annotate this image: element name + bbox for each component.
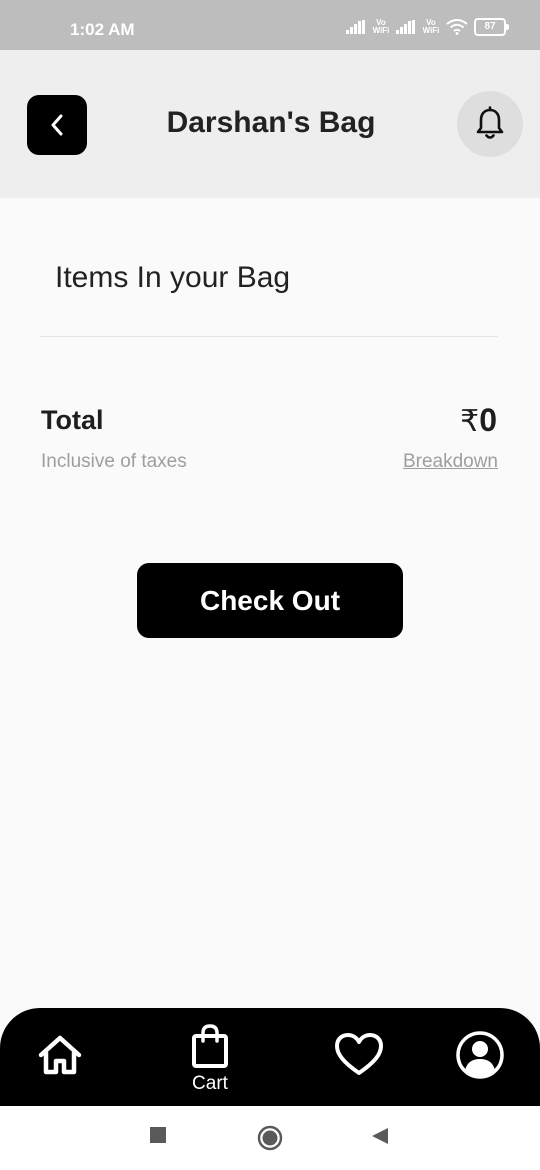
nav-cart-label: Cart xyxy=(192,1073,228,1094)
home-icon xyxy=(38,1035,82,1075)
status-bar: 1:02 AM Vo WiFi Vo WiFi 87 xyxy=(0,0,540,50)
divider xyxy=(40,336,498,337)
system-nav-bar xyxy=(0,1106,540,1170)
breakdown-link[interactable]: Breakdown xyxy=(403,451,498,473)
bell-icon xyxy=(476,106,504,139)
signal-icon xyxy=(396,20,416,34)
checkout-button[interactable]: Check Out xyxy=(137,563,403,638)
bottom-nav: Cart xyxy=(0,1008,540,1106)
back-triangle-icon[interactable] xyxy=(370,1126,390,1146)
total-value: 0 xyxy=(479,402,497,438)
total-amount: ₹0 xyxy=(460,402,497,439)
nav-profile[interactable] xyxy=(455,1030,505,1085)
status-icons: Vo WiFi Vo WiFi 87 xyxy=(346,18,509,36)
heart-icon xyxy=(335,1033,383,1075)
nav-favorites[interactable] xyxy=(334,1032,384,1083)
status-time: 1:02 AM xyxy=(70,20,135,39)
app-header: Darshan's Bag xyxy=(0,50,540,198)
wifi-icon xyxy=(446,19,468,35)
taxes-note: Inclusive of taxes xyxy=(41,451,187,472)
notifications-button[interactable] xyxy=(457,91,523,157)
vowifi-label: Vo WiFi xyxy=(372,18,390,35)
currency-symbol: ₹ xyxy=(460,405,480,438)
shopping-bag-icon xyxy=(192,1024,228,1068)
user-icon xyxy=(456,1031,504,1079)
nav-home[interactable] xyxy=(37,1034,83,1081)
nav-cart[interactable]: Cart xyxy=(180,1024,240,1095)
vowifi-label: Vo WiFi xyxy=(422,18,440,35)
signal-icon xyxy=(346,20,366,34)
total-label: Total xyxy=(41,405,104,435)
recent-apps-icon[interactable] xyxy=(149,1126,167,1144)
battery-indicator: 87 xyxy=(474,18,509,36)
home-button-icon[interactable] xyxy=(257,1125,283,1151)
section-title: Items In your Bag xyxy=(55,261,291,294)
